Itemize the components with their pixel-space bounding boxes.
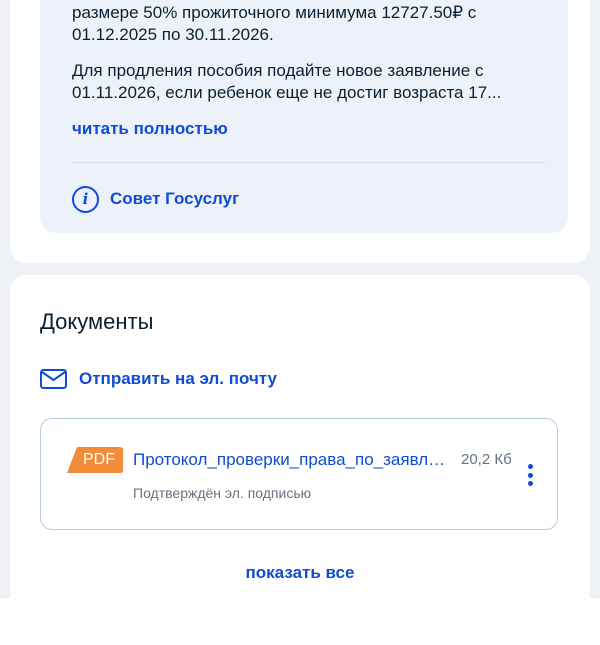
benefit-info-box: размере 50% прожиточного минимума 12727.…	[40, 0, 568, 233]
screen: размере 50% прожиточного минимума 12727.…	[0, 0, 600, 598]
documents-title: Документы	[40, 309, 154, 334]
kebab-menu-icon[interactable]	[521, 462, 539, 488]
divider	[72, 162, 546, 163]
send-email-link[interactable]: Отправить на эл. почту	[40, 367, 277, 391]
envelope-icon	[40, 369, 67, 389]
show-all-link[interactable]: показать все	[10, 563, 590, 583]
pdf-file-icon: PDF	[67, 447, 123, 473]
tip-label: Совет Госуслуг	[110, 189, 240, 208]
info-icon: i	[72, 185, 99, 213]
pdf-badge-label: PDF	[83, 451, 115, 468]
gosuslugi-tip-button[interactable]: i Совет Госуслуг	[72, 185, 239, 213]
send-email-label: Отправить на эл. почту	[79, 369, 278, 388]
file-name-link[interactable]: Протокол_проверки_права_по_заявлению	[133, 450, 451, 470]
application-status-card: размере 50% прожиточного минимума 12727.…	[10, 0, 590, 263]
documents-card: Документы Отправить на эл. почту PDF Про…	[10, 275, 590, 598]
read-more-link[interactable]: читать полностью	[72, 119, 228, 139]
document-file-card[interactable]: PDF Протокол_проверки_права_по_заявлению…	[40, 418, 558, 530]
file-size: 20,2 Кб	[461, 451, 512, 468]
benefit-amount-text: размере 50% прожиточного минимума 12727.…	[72, 3, 477, 44]
renewal-instructions-text: Для продления пособия подайте новое заяв…	[72, 61, 502, 102]
signature-status: Подтверждён эл. подписью	[133, 485, 312, 501]
